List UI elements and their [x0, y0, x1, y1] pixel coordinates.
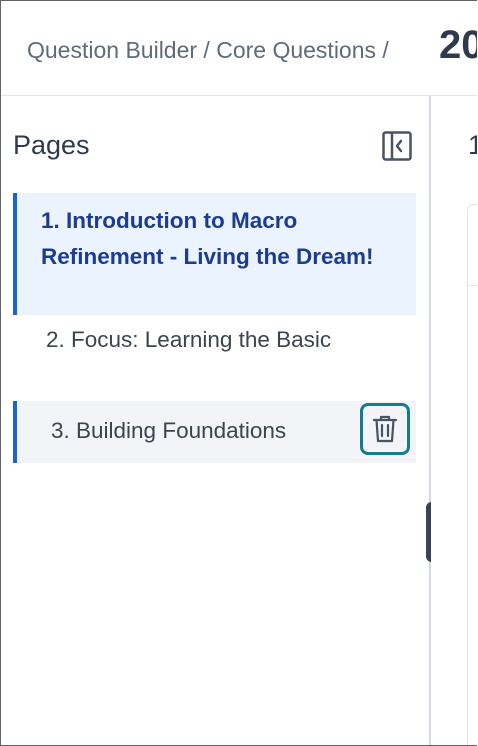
content-card [467, 204, 477, 745]
page-item-label: 3. Building Foundations [51, 418, 287, 443]
page-item-focus[interactable]: 2. Focus: Learning the Basic [13, 322, 416, 398]
divider [468, 285, 477, 286]
pages-sidebar: Pages 1. Introduction to Macro Refinemen… [1, 96, 431, 745]
delete-page-button[interactable] [360, 403, 410, 455]
pages-heading: Pages [13, 130, 90, 160]
page-item-label: 2. Focus: Learning the Basic [46, 327, 332, 352]
main-heading: 1 [468, 130, 477, 161]
app-window: Question Builder / Core Questions / 20 P… [0, 0, 477, 746]
page-item-label: 1. Introduction to Macro Refinement - Li… [41, 208, 374, 269]
page-item-introduction[interactable]: 1. Introduction to Macro Refinement - Li… [13, 193, 416, 315]
page-title: 20 [439, 23, 477, 67]
page-item-building-foundations[interactable]: 3. Building Foundations [13, 401, 416, 463]
sidebar-collapse-icon [382, 131, 412, 161]
breadcrumb[interactable]: Question Builder / Core Questions / [27, 37, 389, 64]
header: Question Builder / Core Questions / 20 [1, 1, 477, 96]
trash-icon [372, 415, 398, 443]
collapse-sidebar-button[interactable] [382, 131, 412, 161]
main-content: 1 [431, 96, 477, 745]
